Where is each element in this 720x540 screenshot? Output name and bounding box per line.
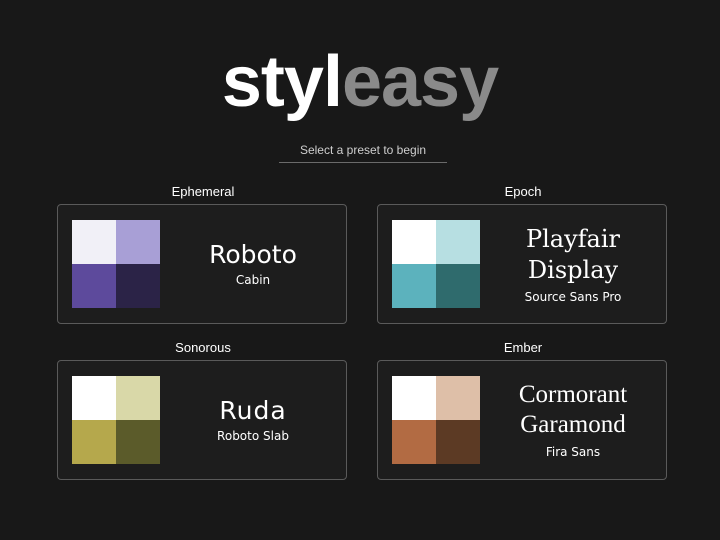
body-font-name: Cabin	[235, 273, 271, 287]
color-palette	[392, 220, 480, 308]
heading-font-name: Roboto	[209, 240, 297, 269]
color-swatch	[72, 264, 116, 308]
heading-font-name: Ruda	[219, 396, 287, 425]
preset-prompt: Select a preset to begin	[279, 140, 447, 163]
color-swatch	[392, 264, 436, 308]
body-font-name: Fira Sans	[545, 445, 601, 459]
preset-card-ephemeral[interactable]: Roboto Cabin	[57, 204, 347, 324]
color-swatch	[436, 376, 480, 420]
color-swatch	[392, 420, 436, 464]
color-swatch	[116, 220, 160, 264]
color-swatch	[72, 420, 116, 464]
preset-name-ephemeral: Ephemeral	[171, 184, 235, 199]
heading-font-name-line2: Garamond	[520, 411, 626, 438]
color-swatch	[72, 220, 116, 264]
color-swatch	[436, 264, 480, 308]
color-swatch	[116, 420, 160, 464]
logo-text-primary: styl	[221, 42, 343, 122]
color-palette	[72, 220, 160, 308]
font-pairing: Roboto Cabin	[168, 205, 338, 323]
body-font-name: Roboto Slab	[217, 429, 289, 443]
preset-card-ember[interactable]: Cormorant Garamond Fira Sans	[377, 360, 667, 480]
color-swatch	[72, 376, 116, 420]
heading-font-name-line2: Display	[527, 255, 619, 284]
logo-text-secondary: easy	[341, 42, 499, 122]
color-swatch	[436, 420, 480, 464]
color-swatch	[436, 220, 480, 264]
font-pairing: Ruda Roboto Slab	[168, 361, 338, 479]
color-swatch	[392, 376, 436, 420]
preset-name-ember: Ember	[503, 340, 543, 355]
app-logo: styleasy	[0, 42, 720, 122]
preset-card-sonorous[interactable]: Ruda Roboto Slab	[57, 360, 347, 480]
preset-name-sonorous: Sonorous	[175, 340, 231, 355]
color-swatch	[116, 264, 160, 308]
color-palette	[392, 376, 480, 464]
heading-font-name-line1: Playfair	[525, 224, 621, 253]
heading-font-name-line1: Cormorant	[518, 381, 628, 408]
preset-card-epoch[interactable]: Playfair Display Source Sans Pro	[377, 204, 667, 324]
color-swatch	[392, 220, 436, 264]
font-pairing: Playfair Display Source Sans Pro	[488, 205, 658, 323]
preset-name-epoch: Epoch	[504, 184, 542, 199]
color-swatch	[116, 376, 160, 420]
body-font-name: Source Sans Pro	[524, 289, 622, 304]
color-palette	[72, 376, 160, 464]
font-pairing: Cormorant Garamond Fira Sans	[488, 361, 658, 479]
